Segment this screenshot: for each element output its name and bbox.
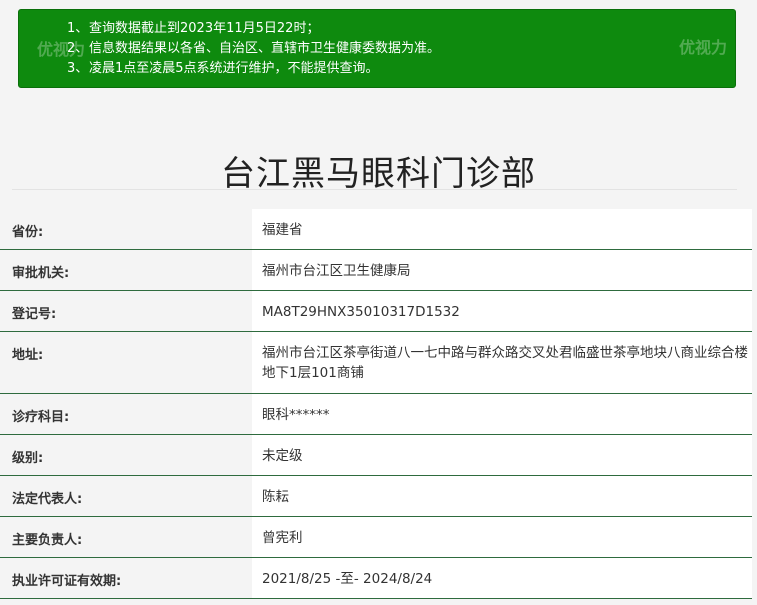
table-row-address: 地址: 福州市台江区茶亭街道八一七中路与群众路交叉处君临盛世茶亭地块八商业综合楼… [0,332,752,394]
row-value: MA8T29HNX35010317D1532 [252,291,752,331]
row-value: 福建省 [252,209,752,249]
info-table: 省份: 福建省 审批机关: 福州市台江区卫生健康局 登记号: MA8T29HNX… [0,209,752,599]
row-label: 级别: [0,435,252,475]
notice-line-3: 3、凌晨1点至凌晨5点系统进行维护，不能提供查询。 [67,59,735,79]
row-label: 登记号: [0,291,252,331]
table-row-legal-rep: 法定代表人: 陈耘 [0,476,752,517]
row-value: 未定级 [252,435,752,475]
notice-line-1: 1、查询数据截止到2023年11月5日22时； [67,19,735,39]
row-value: 眼科****** [252,394,752,434]
row-value: 曾宪利 [252,517,752,557]
title-divider [12,189,737,190]
table-row-principal: 主要负责人: 曾宪利 [0,517,752,558]
table-row-departments: 诊疗科目: 眼科****** [0,394,752,435]
notice-line-number: 1、 [67,21,89,36]
notice-banner: 1、查询数据截止到2023年11月5日22时； 2、信息数据结果以各省、自治区、… [18,9,736,88]
notice-line-text: 查询数据截止到2023年11月5日22时； [89,21,320,36]
row-value: 福州市台江区卫生健康局 [252,250,752,290]
row-label: 执业许可证有效期: [0,558,252,598]
row-label: 省份: [0,209,252,249]
row-value: 福州市台江区茶亭街道八一七中路与群众路交叉处君临盛世茶亭地块八商业综合楼地下1层… [252,332,752,393]
row-label: 地址: [0,332,252,393]
table-row-level: 级别: 未定级 [0,435,752,476]
table-row-authority: 审批机关: 福州市台江区卫生健康局 [0,250,752,291]
row-label: 主要负责人: [0,517,252,557]
page-title: 台江黑马眼科门诊部 [221,153,536,194]
row-label: 审批机关: [0,250,252,290]
notice-line-number: 3、 [67,61,89,76]
row-value: 陈耘 [252,476,752,516]
notice-line-text: 凌晨1点至凌晨5点系统进行维护，不能提供查询。 [89,61,379,76]
table-row-province: 省份: 福建省 [0,209,752,250]
row-value: 2021/8/25 -至- 2024/8/24 [252,558,752,598]
row-label: 诊疗科目: [0,394,252,434]
notice-line-text: 信息数据结果以各省、自治区、直辖市卫生健康委数据为准。 [89,41,441,56]
table-row-registration: 登记号: MA8T29HNX35010317D1532 [0,291,752,332]
table-row-license-validity: 执业许可证有效期: 2021/8/25 -至- 2024/8/24 [0,558,752,599]
row-label: 法定代表人: [0,476,252,516]
notice-line-number: 2、 [67,41,89,56]
notice-line-2: 2、信息数据结果以各省、自治区、直辖市卫生健康委数据为准。 [67,39,735,59]
